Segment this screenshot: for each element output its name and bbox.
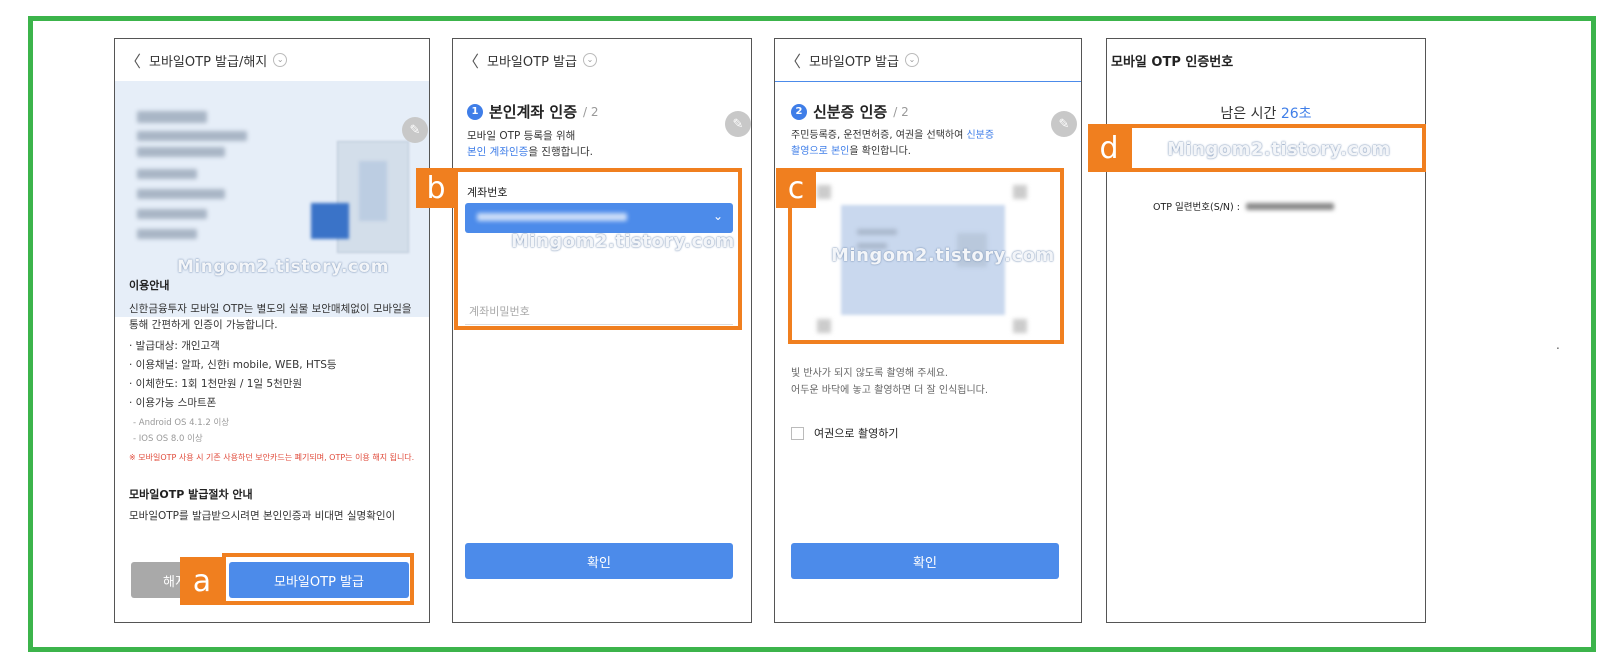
os-item: - IOS OS 8.0 이상 — [133, 434, 203, 444]
header: 〈 모바일OTP 발급 ⌄ — [453, 39, 751, 81]
id-photo-link[interactable]: 촬영으로 본인 — [791, 146, 849, 157]
chevron-down-icon[interactable]: ⌄ — [904, 53, 919, 67]
confirm-button[interactable]: 확인 — [465, 543, 733, 579]
passport-label: 여권으로 촬영하기 — [814, 427, 899, 440]
step-fraction: / 2 — [893, 104, 909, 119]
step-title: 신분증 인증 — [813, 103, 888, 121]
hint-line: 어두운 바닥에 놓고 촬영하면 더 잘 인식됩니다. — [791, 385, 989, 396]
step-desc-tail: 을 진행합니다. — [528, 146, 593, 158]
highlight-box-b — [454, 168, 742, 330]
edit-icon[interactable]: ✎ — [1051, 111, 1077, 137]
step-desc: 주민등록증, 운전면허증, 여권을 선택하여 신분증 촬영으로 본인을 확인합니… — [791, 128, 1047, 160]
edit-icon[interactable]: ✎ — [402, 117, 428, 143]
step-title: 본인계좌 인증 — [489, 103, 578, 121]
screen-account-auth: 〈 모바일OTP 발급 ⌄ 1 본인계좌 인증 / 2 모바일 OTP 등록을 … — [452, 38, 752, 623]
tag-c: c — [776, 168, 816, 208]
info-desc: 신한금융투자 모바일 OTP는 별도의 실물 보안매체없이 모바일을 통해 간편… — [129, 303, 412, 331]
back-icon[interactable]: 〈 — [785, 48, 801, 72]
info-title: 이용안내 — [129, 279, 170, 292]
blue-square — [311, 203, 349, 239]
step-desc: 모바일 OTP 등록을 위해 본인 계좌인증을 진행합니다. — [467, 128, 599, 160]
step-desc-line: 모바일 OTP 등록을 위해 — [467, 130, 576, 142]
id-link[interactable]: 신분증 — [966, 130, 994, 141]
info-bullet: · 발급대상: 개인고객 — [129, 340, 220, 352]
page-title: 모바일OTP 발급/해지 — [149, 54, 268, 70]
serial-number-row: OTP 일련번호(S/N) : — [1153, 199, 1334, 213]
step-desc-tail: 을 확인합니다. — [849, 146, 911, 157]
photo-hints: 빛 반사가 되지 않도록 촬영해 주세요. 어두운 바닥에 놓고 촬영하면 더 … — [791, 365, 988, 399]
confirm-label: 확인 — [913, 555, 937, 571]
chevron-down-icon[interactable]: ⌄ — [273, 53, 288, 67]
tag-a: a — [180, 557, 224, 605]
step-fraction: / 2 — [583, 104, 599, 119]
procedure-title: 모바일OTP 발급절차 안내 — [129, 488, 253, 501]
checkbox[interactable] — [791, 426, 804, 440]
tag-b: b — [416, 168, 456, 208]
highlight-box-c — [788, 168, 1064, 344]
serial-value-blurred — [1245, 202, 1334, 210]
phone-screen — [359, 161, 387, 221]
edit-icon[interactable]: ✎ — [725, 111, 751, 137]
confirm-button[interactable]: 확인 — [791, 543, 1059, 579]
tag-d: d — [1088, 124, 1130, 172]
os-item: - Android OS 4.1.2 이상 — [133, 418, 230, 428]
warning-text: ※ 모바일OTP 사용 시 기존 사용하던 보안카드는 폐기되며, OTP는 이… — [129, 453, 415, 462]
remaining-label: 남은 시간 — [1220, 106, 1277, 122]
watermark: Mingom2.tistory.com — [177, 257, 389, 277]
step-desc-line: 주민등록증, 운전면허증, 여권을 선택하여 — [791, 130, 967, 141]
hint-line: 빛 반사가 되지 않도록 촬영해 주세요. — [791, 368, 949, 379]
header: 〈 모바일OTP 발급 ⌄ — [775, 39, 1081, 82]
back-icon[interactable]: 〈 — [463, 48, 479, 72]
confirm-label: 확인 — [587, 555, 611, 571]
step-number-icon: 1 — [467, 103, 483, 120]
highlight-box-d — [1128, 124, 1426, 172]
chevron-down-icon[interactable]: ⌄ — [582, 53, 597, 67]
page-title: 모바일OTP 발급 — [809, 54, 899, 70]
step-number-icon: 2 — [791, 103, 807, 120]
step-header: 2 신분증 인증 / 2 주민등록증, 운전면허증, 여권을 선택하여 신분증 … — [791, 101, 1047, 160]
step-header: 1 본인계좌 인증 / 2 모바일 OTP 등록을 위해 본인 계좌인증을 진행… — [467, 101, 599, 160]
remaining-value: 26초 — [1280, 106, 1312, 122]
info-bullet: · 이용채널: 알파, 신한i mobile, WEB, HTS등 — [129, 359, 337, 371]
passport-checkbox-row[interactable]: 여권으로 촬영하기 — [791, 425, 898, 441]
serial-label: OTP 일련번호(S/N) : — [1153, 202, 1240, 213]
highlight-box-a — [222, 553, 414, 605]
back-icon[interactable]: 〈 — [125, 48, 141, 72]
info-bullet: · 이체한도: 1회 1천만원 / 1일 5천만원 — [129, 378, 303, 390]
info-bullet: · 이용가능 스마트폰 — [129, 397, 217, 409]
header: 〈 모바일OTP 발급/해지 ⌄ — [115, 39, 429, 81]
remaining-time: 남은 시간 26초 — [1107, 103, 1425, 123]
account-auth-link[interactable]: 본인 계좌인증 — [467, 146, 528, 158]
page-title: 모바일 OTP 인증번호 — [1111, 55, 1234, 70]
side-mark: . — [1556, 338, 1560, 352]
screen-otp-issue-cancel: 〈 모바일OTP 발급/해지 ⌄ ✎ Mingom2.tistory.com 이… — [114, 38, 430, 623]
info-section: 이용안내 신한금융투자 모바일 OTP는 별도의 실물 보안매체없이 모바일을 … — [129, 277, 419, 524]
procedure-desc: 모바일OTP를 발급받으시려면 본인인증과 비대면 실명확인이 — [129, 510, 396, 522]
page-title: 모바일OTP 발급 — [487, 54, 577, 70]
